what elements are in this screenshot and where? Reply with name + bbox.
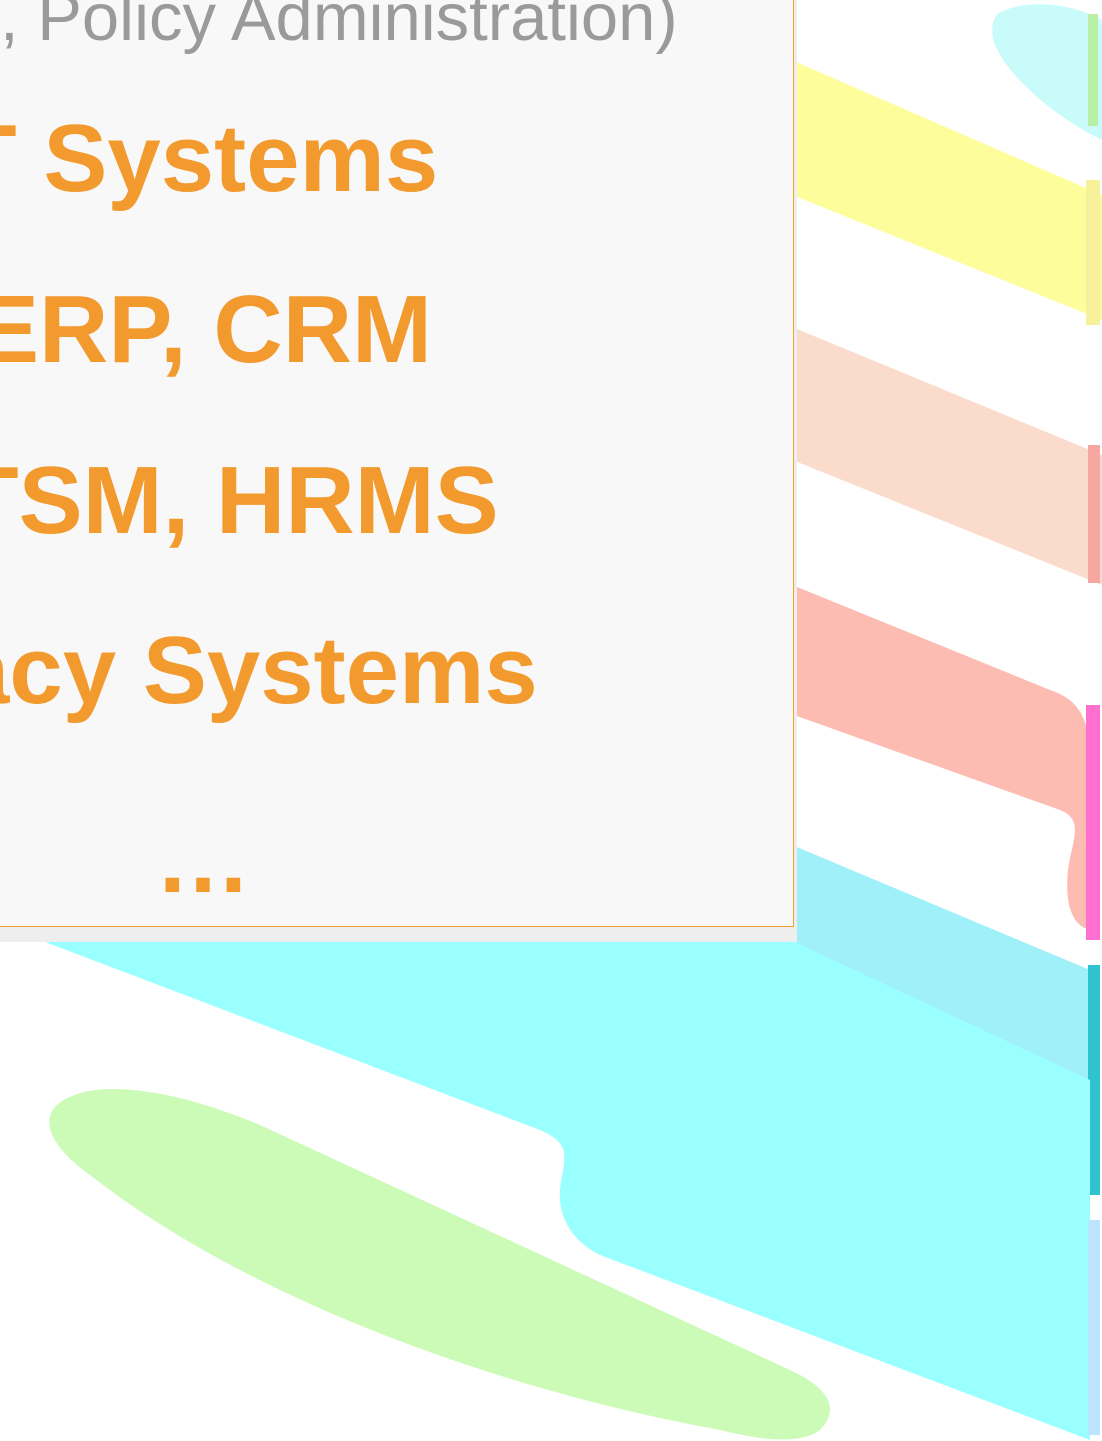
slide-subtitle: , Policy Administration) [0, 0, 678, 55]
list-item-legacy-systems: acy Systems [0, 617, 538, 724]
card-shadow-right [794, 0, 797, 942]
list-item-ellipsis: … [155, 806, 251, 913]
list-item-it-systems: T Systems [0, 105, 439, 212]
stripe-peach [780, 322, 1102, 585]
stripe-cyan-top [992, 4, 1102, 141]
card-shadow-bottom [0, 927, 797, 942]
list-item-itsm-hrms: TSM, HRMS [0, 447, 499, 554]
list-item-erp-crm: ERP, CRM [0, 276, 432, 383]
edge-bar-green [1088, 14, 1098, 126]
edge-bar-lightblue [1088, 1220, 1100, 1435]
edge-bar-peach [1088, 445, 1100, 583]
edge-bar-magenta [1086, 705, 1100, 940]
slide-canvas: , Policy Administration) T Systems ERP, … [0, 0, 1102, 1441]
edge-bar-yellow [1086, 180, 1100, 325]
